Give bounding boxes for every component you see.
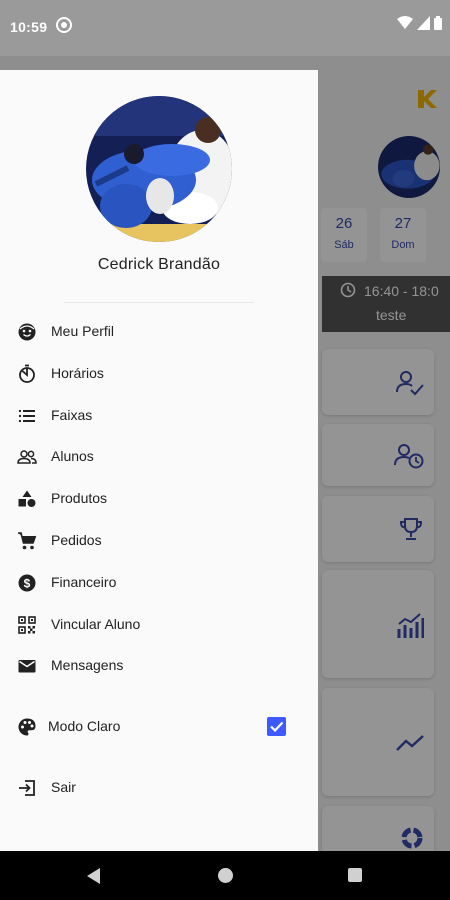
theme-toggle-label: Modo Claro bbox=[48, 718, 121, 734]
menu-item-label: Alunos bbox=[51, 448, 94, 464]
menu-item-faixas[interactable]: Faixas bbox=[0, 396, 318, 436]
palette-icon bbox=[18, 718, 36, 736]
back-icon[interactable] bbox=[87, 868, 101, 884]
home-icon[interactable] bbox=[218, 868, 233, 883]
logout-icon bbox=[19, 780, 35, 796]
menu-item-alunos[interactable]: Alunos bbox=[0, 437, 318, 477]
menu-item-label: Mensagens bbox=[51, 657, 124, 673]
menu-item-produtos[interactable]: Produtos bbox=[0, 479, 318, 519]
signal-icon bbox=[417, 16, 430, 30]
menu-item-label: Pedidos bbox=[51, 532, 102, 548]
menu-item-label: Horários bbox=[51, 365, 104, 381]
menu-item-mensagens[interactable]: Mensagens bbox=[0, 646, 318, 686]
menu-item-label: Produtos bbox=[51, 490, 108, 506]
menu-item-financeiro[interactable]: $ Financeiro bbox=[0, 563, 318, 603]
qr-code-icon bbox=[18, 616, 36, 634]
system-nav-bar bbox=[0, 851, 450, 900]
menu-item-label: Financeiro bbox=[51, 574, 117, 590]
mail-icon bbox=[18, 660, 36, 673]
face-icon bbox=[18, 323, 36, 341]
menu-item-label: Vincular Aluno bbox=[51, 616, 141, 632]
menu-item-label: Meu Perfil bbox=[51, 323, 115, 339]
navigation-drawer: Cedrick Brandão Meu Perfil Horários Faix… bbox=[0, 70, 318, 851]
timer-icon bbox=[19, 364, 35, 383]
check-icon bbox=[270, 721, 284, 733]
status-time: 10:59 bbox=[10, 19, 48, 35]
profile-name: Cedrick Brandão bbox=[97, 256, 221, 273]
people-icon bbox=[17, 450, 37, 464]
theme-checkbox[interactable] bbox=[267, 717, 286, 736]
battery-icon bbox=[434, 16, 442, 30]
logout-button[interactable]: Sair bbox=[0, 768, 318, 808]
status-bar: 10:59 bbox=[0, 0, 450, 56]
wifi-icon bbox=[397, 16, 413, 29]
logout-label: Sair bbox=[51, 779, 76, 795]
list-icon bbox=[19, 410, 35, 422]
menu-item-vincular-aluno[interactable]: Vincular Aluno bbox=[0, 605, 318, 645]
menu-item-meu-perfil[interactable]: Meu Perfil bbox=[0, 312, 318, 352]
cart-icon bbox=[18, 532, 37, 550]
menu-item-horarios[interactable]: Horários bbox=[0, 354, 318, 394]
notification-icon bbox=[56, 17, 72, 33]
dollar-icon: $ bbox=[18, 574, 36, 592]
profile-photo[interactable] bbox=[86, 96, 232, 242]
recents-icon[interactable] bbox=[348, 868, 362, 882]
menu-item-pedidos[interactable]: Pedidos bbox=[0, 521, 318, 561]
category-icon bbox=[18, 490, 36, 507]
svg-text:$: $ bbox=[24, 577, 31, 591]
divider bbox=[64, 302, 254, 303]
menu-item-label: Faixas bbox=[51, 407, 93, 423]
